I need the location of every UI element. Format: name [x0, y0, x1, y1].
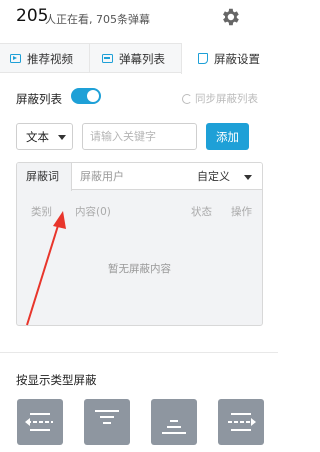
top-danmaku-icon	[95, 410, 119, 424]
chevron-down-icon	[244, 174, 252, 180]
tab-custom[interactable]: 自定义	[197, 163, 252, 190]
reverse-danmaku-icon	[228, 413, 256, 431]
keyword-input[interactable]	[82, 123, 197, 150]
block-list-label: 屏蔽列表	[16, 92, 62, 106]
tab-blocked-users[interactable]: 屏蔽用户	[80, 163, 124, 190]
add-button[interactable]: 添加	[206, 123, 249, 150]
tab-danmaku-list[interactable]: 弹幕列表	[102, 44, 165, 73]
block-list-toggle[interactable]	[71, 88, 101, 104]
block-list-panel: 屏蔽词 屏蔽用户 自定义 类别 内容(0) 状态 操作 暂无屏蔽内容	[16, 162, 263, 326]
column-header-content: 内容(0)	[75, 206, 111, 218]
column-header-category: 类别	[31, 206, 52, 218]
chevron-down-icon	[58, 135, 66, 140]
viewers-count: 205	[16, 6, 49, 26]
tab-custom-label: 自定义	[197, 170, 230, 183]
header: 205 人正在看, 705条弹幕	[0, 0, 278, 38]
block-top-danmaku-button[interactable]	[84, 399, 130, 445]
column-header-action: 操作	[231, 206, 252, 218]
block-reverse-danmaku-button[interactable]	[218, 399, 264, 445]
tab-label: 弹幕列表	[119, 51, 165, 66]
block-type-select[interactable]: 文本	[16, 123, 73, 150]
block-scroll-danmaku-button[interactable]	[17, 399, 63, 445]
tab-recommended-videos[interactable]: 推荐视频	[10, 44, 73, 73]
toggle-knob	[87, 90, 99, 102]
panel-tabs: 屏蔽词 屏蔽用户 自定义	[17, 163, 262, 191]
sync-block-list-button[interactable]: 同步屏蔽列表	[182, 91, 258, 106]
gear-icon[interactable]	[219, 6, 241, 28]
sync-icon	[182, 93, 192, 104]
tab-label: 推荐视频	[27, 51, 73, 66]
scroll-danmaku-icon	[25, 413, 53, 431]
viewers-text: 人正在看, 705条弹幕	[45, 13, 150, 26]
tab-block-settings[interactable]: 屏蔽设置	[181, 43, 278, 74]
block-bottom-danmaku-button[interactable]	[151, 399, 197, 445]
danmaku-list-icon	[102, 54, 113, 63]
section-divider	[0, 352, 278, 353]
tab-bar: 推荐视频 弹幕列表 屏蔽设置	[0, 43, 278, 74]
display-type-title: 按显示类型屏蔽	[16, 373, 97, 387]
tab-blocked-words[interactable]: 屏蔽词	[17, 163, 72, 191]
column-header-status: 状态	[191, 206, 212, 218]
empty-state-text: 暂无屏蔽内容	[108, 263, 171, 275]
block-type-value: 文本	[26, 130, 49, 144]
play-icon	[10, 54, 21, 63]
tab-label: 屏蔽设置	[214, 51, 260, 66]
sync-label: 同步屏蔽列表	[195, 93, 258, 105]
shield-icon	[198, 53, 208, 64]
bottom-danmaku-icon	[162, 420, 186, 434]
tab-divider	[89, 44, 90, 73]
